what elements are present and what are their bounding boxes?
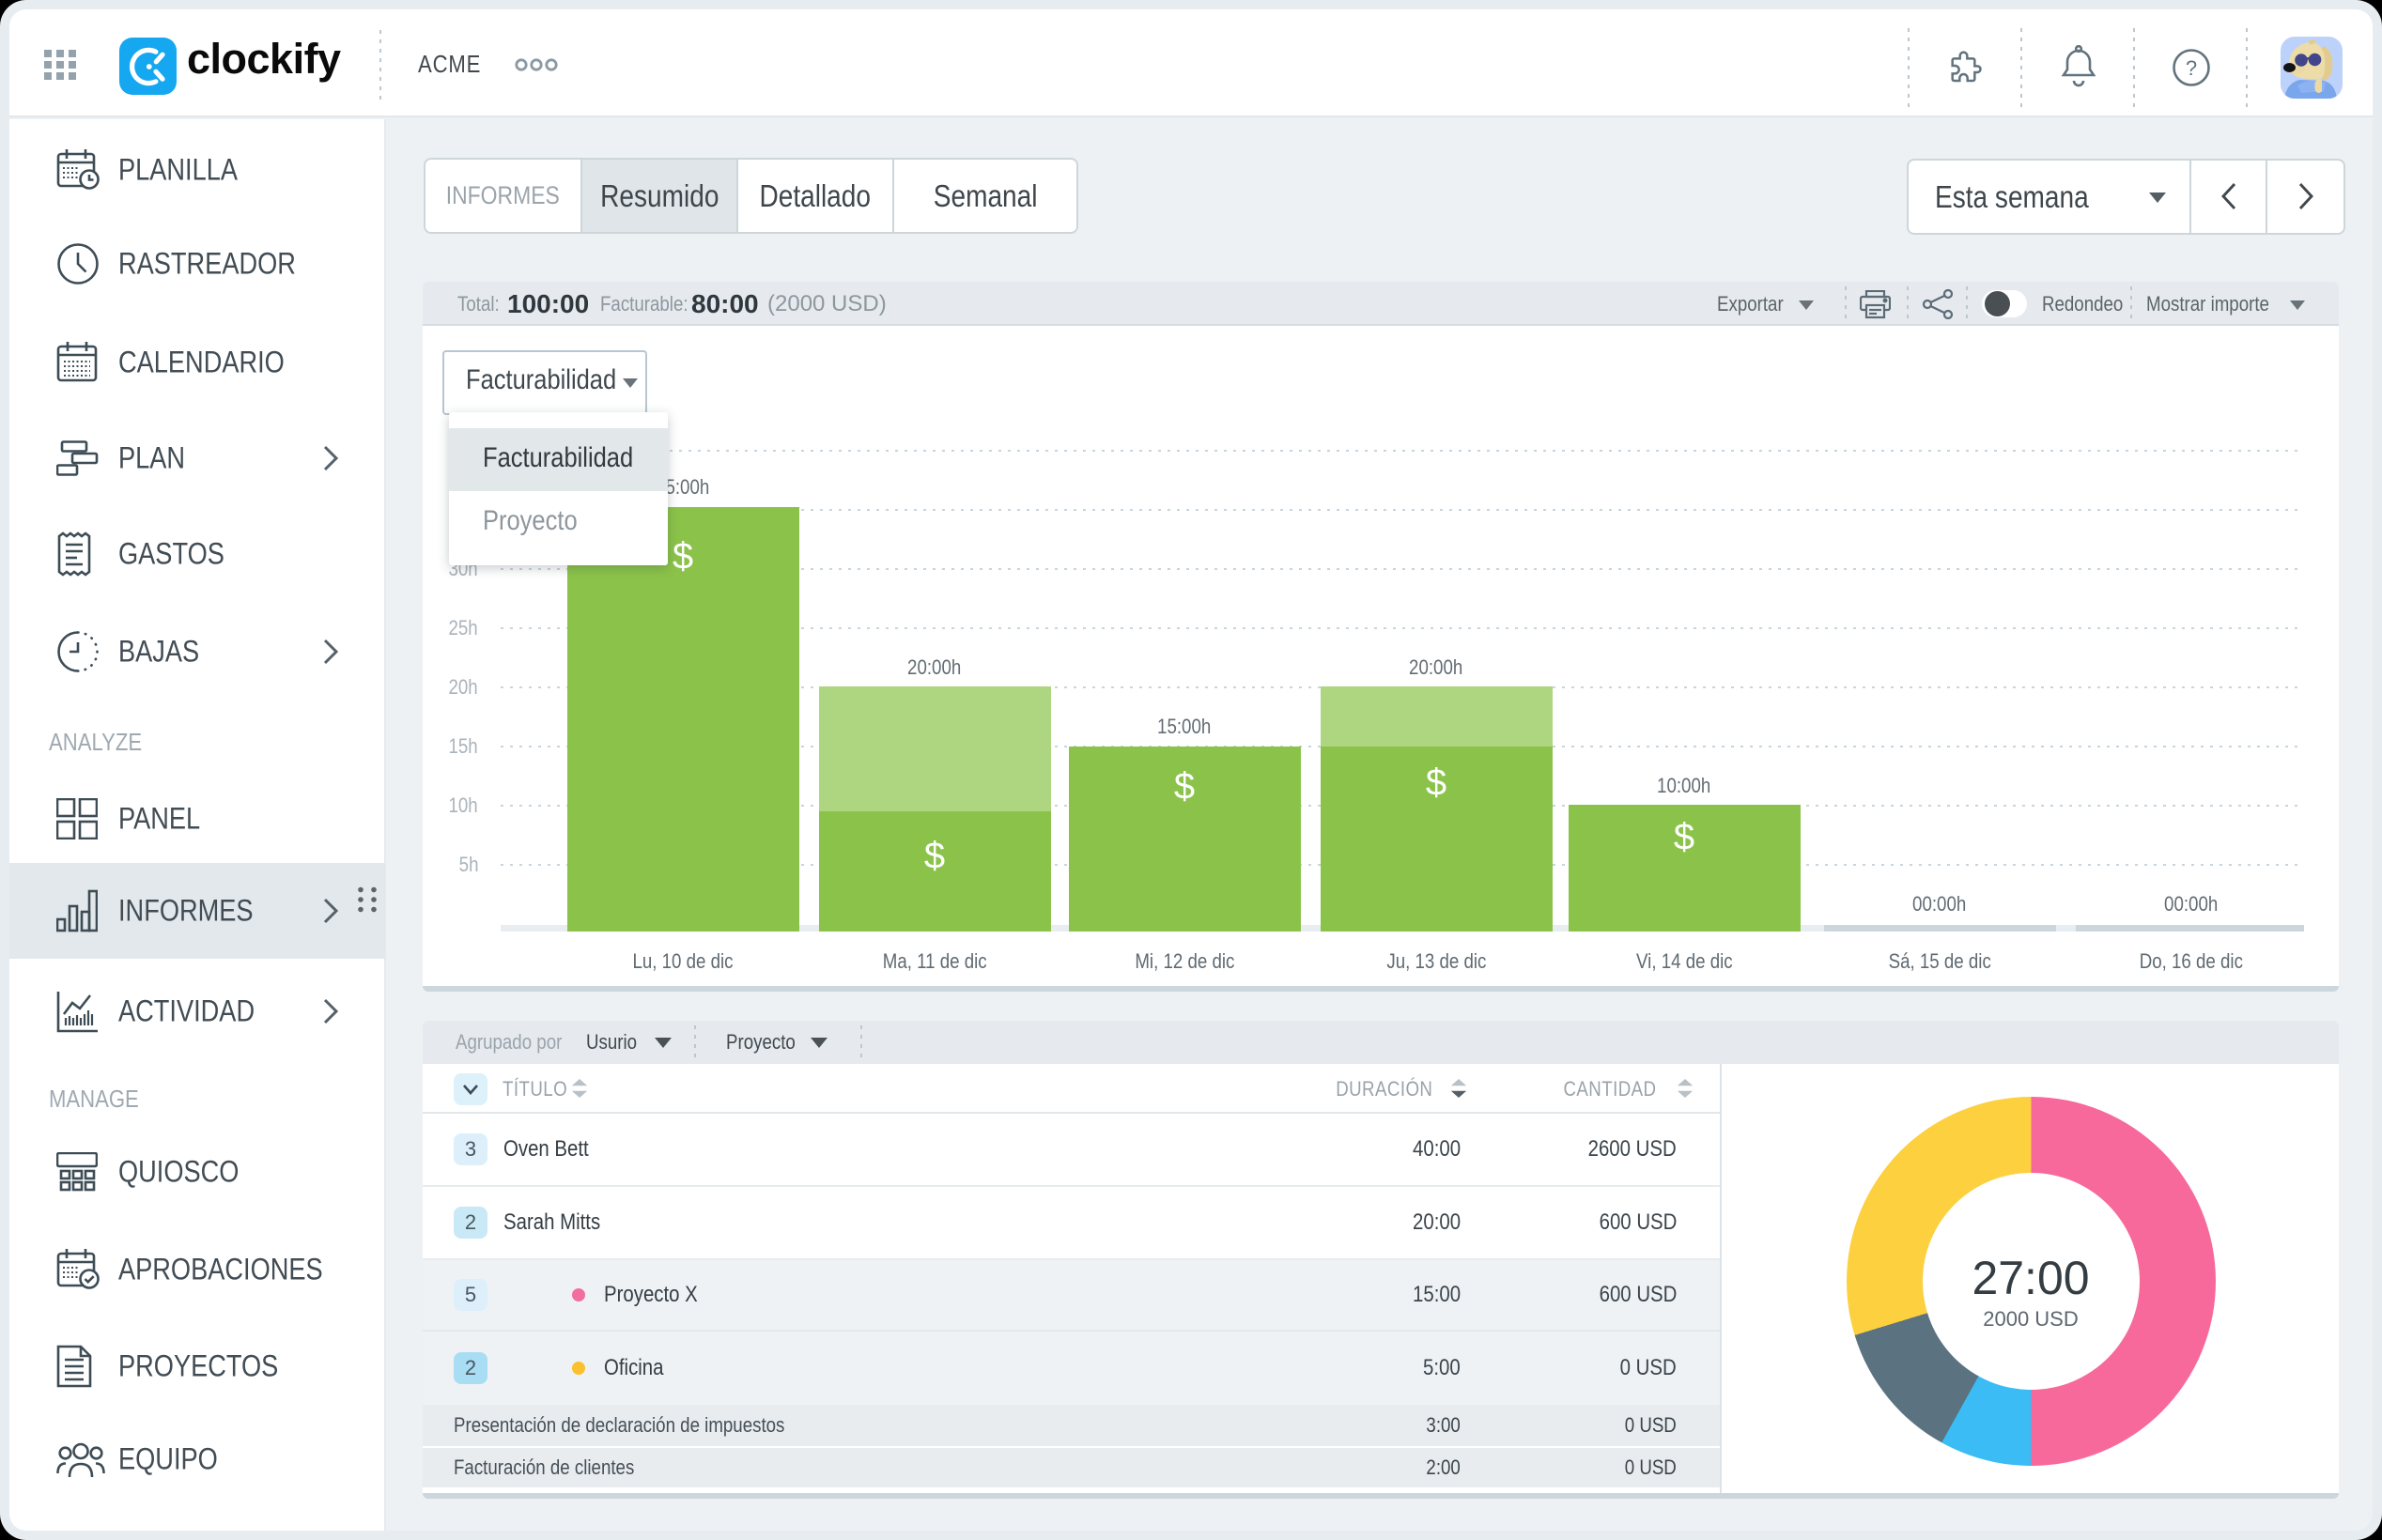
svg-text:?: ?: [2186, 56, 2197, 80]
